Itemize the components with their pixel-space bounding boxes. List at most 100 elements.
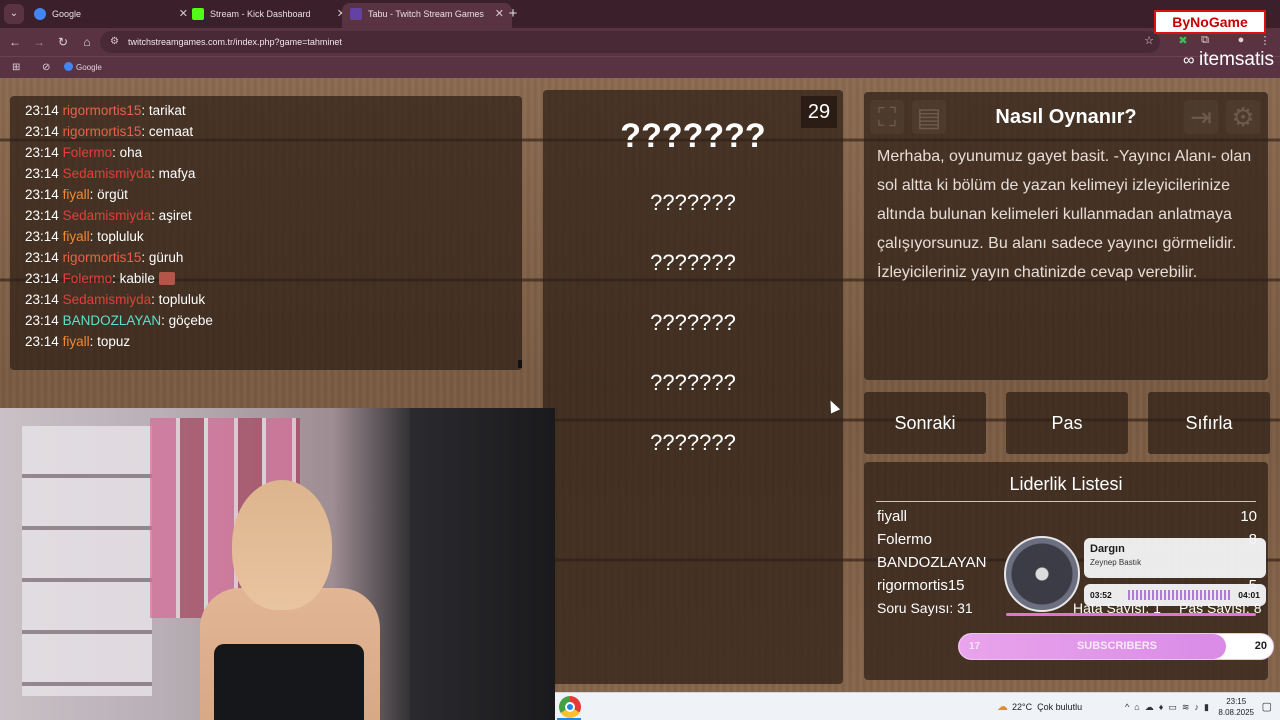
url-text: twitchstreamgames.com.tr/index.php?game=…: [128, 37, 342, 47]
taskbar-clock[interactable]: 23:15 8.08.2025: [1218, 696, 1254, 718]
bookmark-label: Google: [76, 63, 102, 72]
google-icon: [34, 8, 46, 20]
apps-grid-icon[interactable]: ⊞: [12, 60, 20, 76]
system-tray[interactable]: ^ ⌂ ☁ ♦ ▭ ≋ ♪ ▮: [1125, 693, 1209, 720]
curtain: [410, 408, 555, 720]
close-icon[interactable]: ✕: [495, 3, 504, 26]
forward-icon[interactable]: →: [30, 33, 48, 51]
chat-message: 23:14 Sedamismiyda: mafya: [25, 163, 522, 184]
chat-message: 23:14 rigormortis15: tarikat: [25, 100, 522, 121]
taboo-word: ???????: [650, 310, 736, 335]
chat-text: : örgüt: [89, 187, 128, 202]
chat-timestamp: 23:14: [25, 103, 59, 118]
cloud-icon[interactable]: ☁: [1145, 702, 1154, 712]
site-info-icon[interactable]: ⚙: [110, 31, 119, 53]
chat-scrollbar[interactable]: [518, 360, 522, 368]
tab-kick-dashboard[interactable]: Stream - Kick Dashboard ✕: [184, 3, 354, 28]
waveform: [1128, 590, 1232, 600]
chat-username[interactable]: Sedamismiyda: [63, 208, 152, 223]
address-bar[interactable]: ⚙ twitchstreamgames.com.tr/index.php?gam…: [100, 31, 1160, 53]
tab-tabu[interactable]: Tabu - Twitch Stream Games ✕: [342, 3, 512, 28]
monitor-icon[interactable]: ▭: [1168, 702, 1177, 712]
chat-username[interactable]: rigormortis15: [63, 103, 142, 118]
mic-icon[interactable]: ♦: [1159, 702, 1164, 712]
subscriber-goal-bar: 17 SUBSCRIBERS 20: [958, 633, 1274, 660]
next-button[interactable]: Sonraki: [864, 392, 986, 454]
chat-list: 23:14 rigormortis15: tarikat 23:14 rigorm…: [25, 100, 522, 352]
track-artist: Zeynep Bastık: [1090, 558, 1142, 567]
chat-message: 23:14 fiyall: topluluk: [25, 226, 522, 247]
browser-toolbar: ← → ↻ ⌂ ⚙ twitchstreamgames.com.tr/index…: [0, 28, 1280, 56]
leaderboard-row: fiyall 10: [877, 507, 1257, 527]
elapsed-time: 03:52: [1090, 590, 1112, 600]
chevron-up-icon[interactable]: ^: [1125, 702, 1129, 712]
question-count: Soru Sayısı: 31: [877, 600, 973, 616]
pass-button[interactable]: Pas: [1006, 392, 1128, 454]
chat-username[interactable]: Sedamismiyda: [63, 166, 152, 181]
temperature: 22°C: [1012, 702, 1033, 712]
reset-button[interactable]: Sıfırla: [1148, 392, 1270, 454]
chat-message: 23:14 BANDOZLAYAN: göçebe: [25, 310, 522, 331]
chat-username[interactable]: BANDOZLAYAN: [63, 313, 162, 328]
tab-google[interactable]: Google ✕: [26, 3, 196, 28]
chat-username[interactable]: rigormortis15: [63, 124, 142, 139]
chrome-icon[interactable]: [559, 696, 581, 718]
chat-timestamp: 23:14: [25, 145, 59, 160]
bookmark-google[interactable]: Google: [64, 60, 102, 76]
home-icon[interactable]: ⌂: [78, 33, 96, 51]
exit-icon[interactable]: ⇥: [1184, 100, 1218, 134]
chat-text: : tarikat: [141, 103, 186, 118]
weather-widget[interactable]: ☁ 22°C Çok bulutlu: [997, 693, 1082, 720]
player-name: BANDOZLAYAN: [877, 554, 987, 571]
battery-icon[interactable]: ▮: [1204, 702, 1209, 712]
chat-username[interactable]: Sedamismiyda: [63, 292, 152, 307]
settings-gear-icon[interactable]: ⚙: [1226, 100, 1260, 134]
chat-text: : topuz: [89, 334, 131, 349]
tab-label: Tabu - Twitch Stream Games: [368, 9, 484, 19]
chat-username[interactable]: fiyall: [63, 229, 90, 244]
itemsatis-label: itemsatis: [1199, 49, 1274, 70]
webcam-feed: [0, 408, 555, 720]
tab-label: Stream - Kick Dashboard: [210, 9, 311, 19]
reload-icon[interactable]: ↻: [54, 33, 72, 51]
taboo-word: ???????: [650, 250, 736, 275]
weather-text: Çok bulutlu: [1037, 702, 1083, 712]
windows-taskbar: ☁ 22°C Çok bulutlu ^ ⌂ ☁ ♦ ▭ ≋ ♪ ▮ 23:15 …: [555, 692, 1280, 720]
progress-bar: [1006, 613, 1256, 616]
tab-search-button[interactable]: ⌄: [4, 4, 24, 24]
volume-icon[interactable]: ♪: [1194, 702, 1199, 712]
player-name: Folermo: [877, 531, 933, 548]
chat-username[interactable]: rigormortis15: [63, 250, 142, 265]
subscriber-goal: 20: [1254, 640, 1267, 652]
chat-timestamp: 23:14: [25, 208, 59, 223]
link-icon[interactable]: ⊘: [42, 60, 50, 76]
network-icon[interactable]: ⌂: [1134, 702, 1139, 712]
wifi-icon[interactable]: ≋: [1182, 702, 1190, 712]
chat-username[interactable]: fiyall: [63, 334, 90, 349]
chat-message: 23:14 Folermo: oha: [25, 142, 522, 163]
player-score: 10: [1240, 508, 1257, 525]
leaderboard-title: Liderlik Listesi: [876, 474, 1256, 502]
notification-icon[interactable]: ▢: [1262, 700, 1272, 713]
track-title: Dargın: [1090, 543, 1125, 555]
tab-label: Google: [52, 9, 82, 19]
new-tab-button[interactable]: +: [504, 3, 522, 25]
chat-username[interactable]: Folermo: [63, 271, 113, 286]
chat-text: : güruh: [141, 250, 184, 265]
chat-timestamp: 23:14: [25, 229, 59, 244]
clock-date: 8.08.2025: [1218, 708, 1254, 717]
chat-timestamp: 23:14: [25, 250, 59, 265]
chat-username[interactable]: fiyall: [63, 187, 90, 202]
main-word: ???????: [620, 117, 766, 155]
chat-panel: 23:14 rigormortis15: tarikat 23:14 rigorm…: [10, 96, 522, 370]
clock-time: 23:15: [1226, 697, 1247, 706]
streamer-top: [214, 644, 364, 720]
taboo-word: ???????: [650, 430, 736, 455]
back-icon[interactable]: ←: [6, 33, 24, 51]
chat-text: : cemaat: [141, 124, 194, 139]
chat-username[interactable]: Folermo: [63, 145, 113, 160]
now-playing-widget: Dargın Zeynep Bastık 03:52 04:01: [1004, 536, 1266, 616]
total-time: 04:01: [1238, 590, 1260, 600]
browser-tab-bar: ⌄ Google ✕ Stream - Kick Dashboard ✕ Tab…: [0, 0, 1280, 28]
bynogame-logo: ByNoGame: [1154, 10, 1266, 34]
